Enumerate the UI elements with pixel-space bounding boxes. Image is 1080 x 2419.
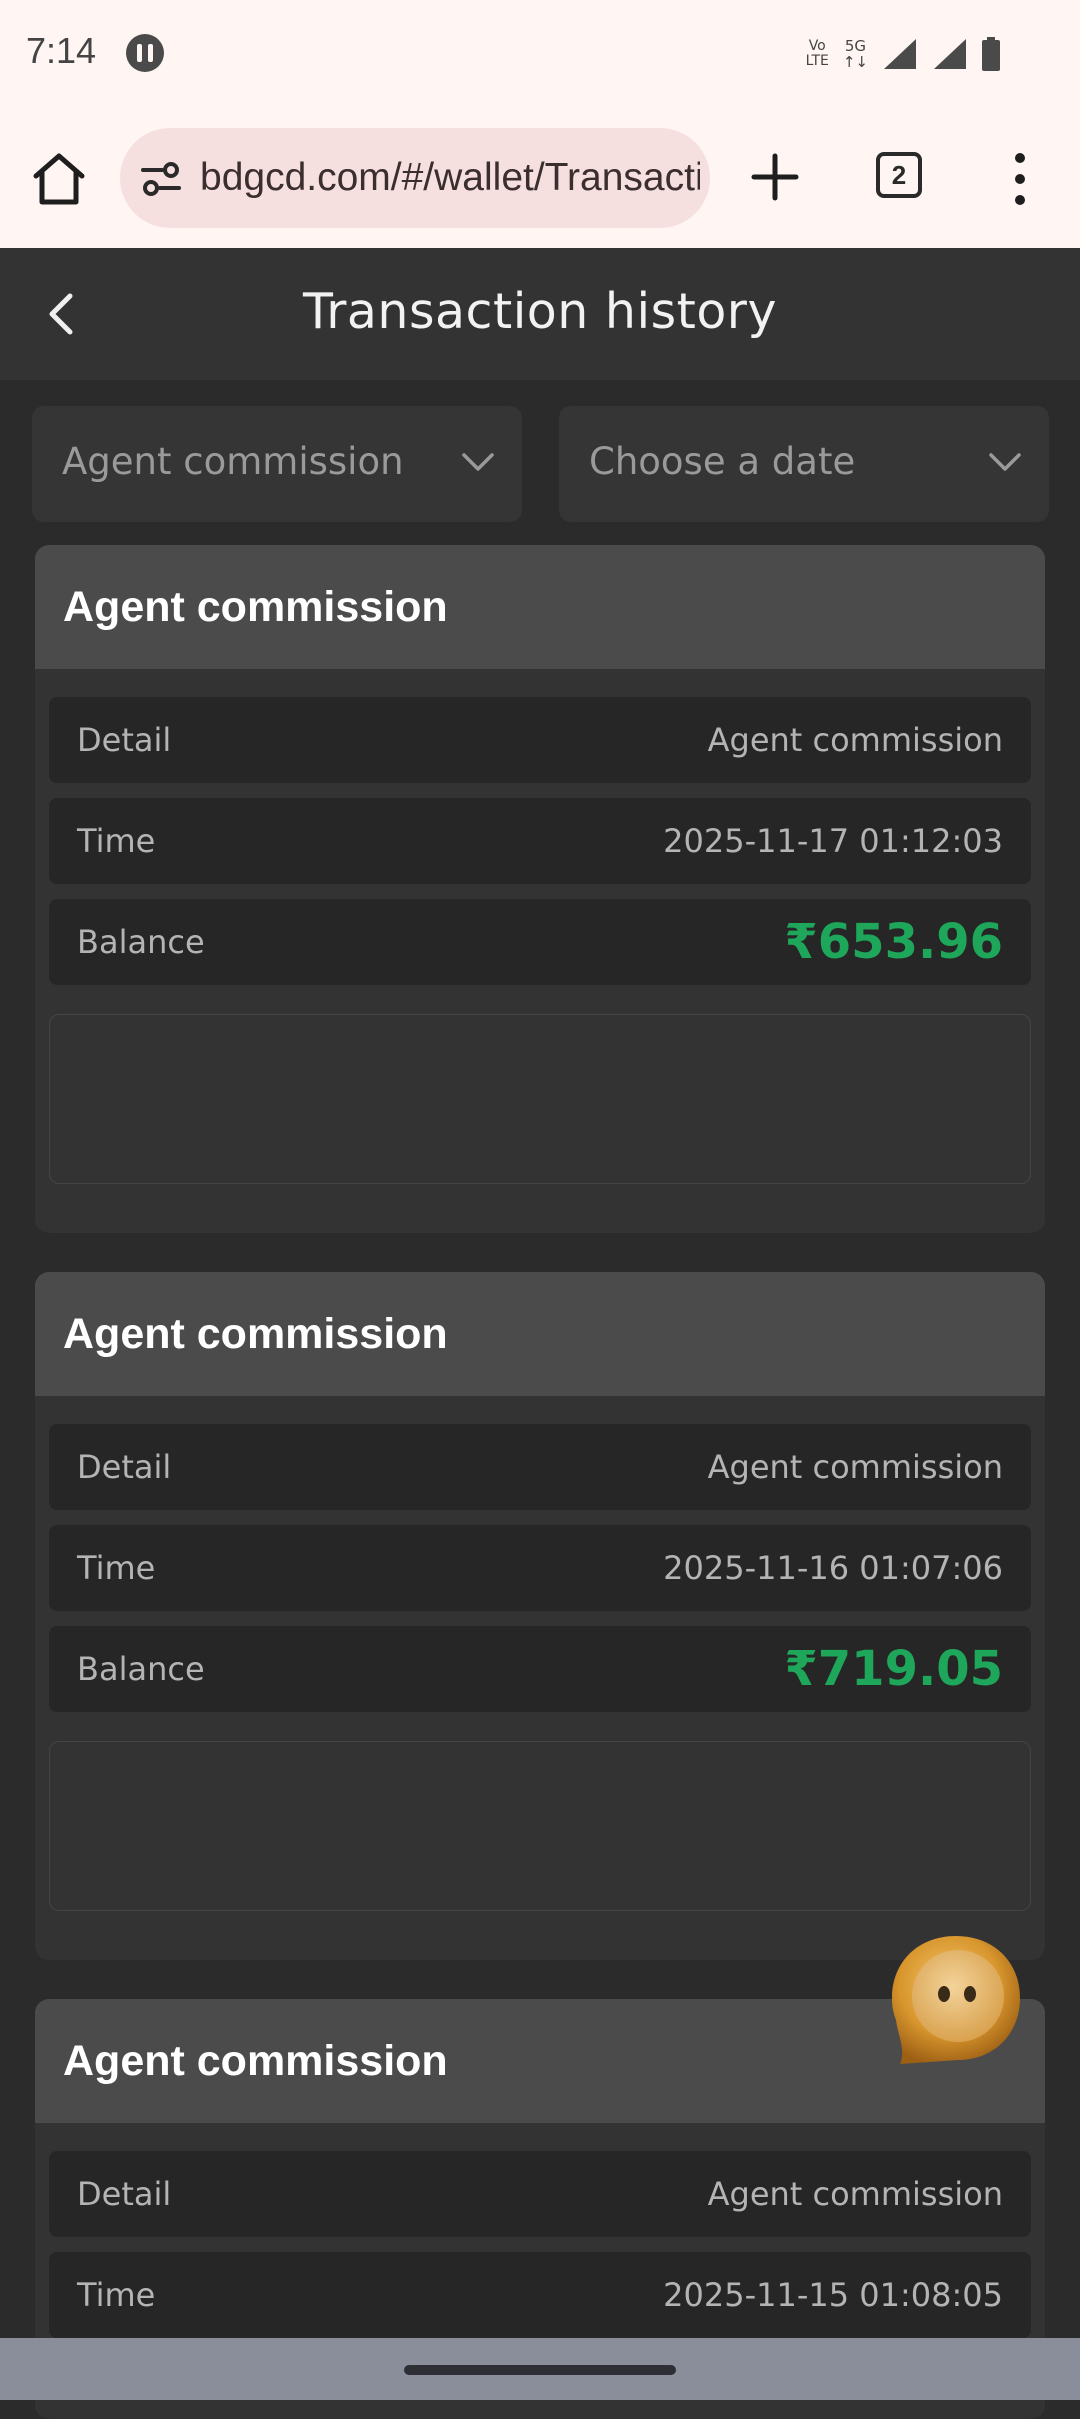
balance-label: Balance bbox=[77, 1650, 205, 1688]
transaction-card: Agent commission Detail Agent commission… bbox=[35, 1272, 1045, 1960]
chat-bubble-icon[interactable] bbox=[886, 1930, 1026, 2070]
tab-switcher-button[interactable]: 2 bbox=[876, 152, 922, 198]
gesture-nav-bar bbox=[0, 2338, 1080, 2400]
transaction-type-label: Agent commission bbox=[62, 440, 404, 483]
balance-row: Balance ₹653.96 bbox=[49, 899, 1031, 985]
time-value: 2025-11-17 01:12:03 bbox=[663, 822, 1003, 860]
detail-row: Detail Agent commission bbox=[49, 697, 1031, 783]
volte-indicator: Vo LTE bbox=[806, 39, 829, 69]
browser-toolbar: bdgcd.com/#/wallet/TransactionHistory 2 bbox=[0, 108, 1080, 249]
volte-bottom: LTE bbox=[805, 53, 829, 69]
time-value: 2025-11-16 01:07:06 bbox=[663, 1549, 1003, 1587]
time-row: Time 2025-11-17 01:12:03 bbox=[49, 798, 1031, 884]
volte-top: Vo bbox=[808, 38, 826, 54]
url-text[interactable]: bdgcd.com/#/wallet/TransactionHistory bbox=[200, 156, 700, 200]
detail-value: Agent commission bbox=[707, 721, 1003, 759]
card-title: Agent commission bbox=[63, 2037, 448, 2085]
time-value: 2025-11-15 01:08:05 bbox=[663, 2276, 1003, 2314]
filters-bar: Agent commission Choose a date bbox=[0, 380, 1080, 544]
signal-icon bbox=[884, 39, 916, 69]
remark-box bbox=[49, 1741, 1031, 1911]
remark-box bbox=[49, 1014, 1031, 1184]
detail-row: Detail Agent commission bbox=[49, 2151, 1031, 2237]
more-vert-icon[interactable] bbox=[1004, 150, 1036, 208]
network-activity: ↑↓ bbox=[842, 53, 868, 71]
detail-label: Detail bbox=[77, 1448, 172, 1486]
card-body: Detail Agent commission Time 2025-11-17 … bbox=[35, 669, 1045, 1184]
balance-row: Balance ₹719.05 bbox=[49, 1626, 1031, 1712]
status-time: 7:14 bbox=[26, 30, 97, 71]
time-row: Time 2025-11-15 01:08:05 bbox=[49, 2252, 1031, 2338]
date-dropdown[interactable]: Choose a date bbox=[559, 406, 1049, 522]
card-body: Detail Agent commission Time 2025-11-15 … bbox=[35, 2123, 1045, 2338]
battery-icon bbox=[982, 37, 1000, 71]
chevron-down-icon bbox=[462, 453, 494, 471]
card-header: Agent commission bbox=[35, 545, 1045, 669]
balance-value: ₹719.05 bbox=[784, 1641, 1003, 1697]
chevron-down-icon bbox=[989, 453, 1021, 471]
detail-label: Detail bbox=[77, 721, 172, 759]
status-bar: 7:14 Vo LTE 5G ↑↓ bbox=[0, 0, 1080, 108]
app-header: Transaction history bbox=[0, 248, 1080, 380]
balance-label: Balance bbox=[77, 923, 205, 961]
plus-icon[interactable] bbox=[748, 150, 802, 204]
transaction-type-dropdown[interactable]: Agent commission bbox=[32, 406, 522, 522]
network-type-indicator: 5G ↑↓ bbox=[843, 38, 868, 70]
card-body: Detail Agent commission Time 2025-11-16 … bbox=[35, 1396, 1045, 1911]
card-title: Agent commission bbox=[63, 583, 448, 631]
pause-dots-icon bbox=[126, 34, 164, 72]
date-label: Choose a date bbox=[589, 440, 856, 483]
home-gesture-handle[interactable] bbox=[404, 2365, 676, 2375]
detail-row: Detail Agent commission bbox=[49, 1424, 1031, 1510]
network-type: 5G bbox=[844, 37, 867, 55]
balance-value: ₹653.96 bbox=[784, 914, 1003, 970]
detail-label: Detail bbox=[77, 2175, 172, 2213]
time-label: Time bbox=[77, 1549, 156, 1587]
time-label: Time bbox=[77, 2276, 156, 2314]
signal-icon bbox=[934, 39, 966, 69]
detail-value: Agent commission bbox=[707, 2175, 1003, 2213]
transaction-card: Agent commission Detail Agent commission… bbox=[35, 545, 1045, 1233]
page-title: Transaction history bbox=[303, 283, 777, 340]
time-row: Time 2025-11-16 01:07:06 bbox=[49, 1525, 1031, 1611]
card-title: Agent commission bbox=[63, 1310, 448, 1358]
status-indicators: Vo LTE 5G ↑↓ bbox=[806, 34, 1000, 74]
tune-icon[interactable] bbox=[140, 158, 182, 200]
card-header: Agent commission bbox=[35, 1272, 1045, 1396]
detail-value: Agent commission bbox=[707, 1448, 1003, 1486]
time-label: Time bbox=[77, 822, 156, 860]
home-icon[interactable] bbox=[30, 150, 88, 208]
address-bar[interactable]: bdgcd.com/#/wallet/TransactionHistory bbox=[120, 128, 710, 228]
